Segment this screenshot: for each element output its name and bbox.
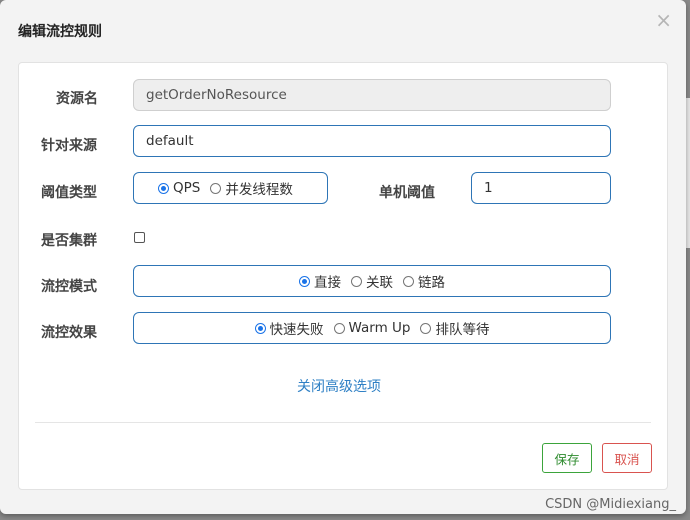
radio-relate-label: 关联	[366, 275, 393, 291]
limit-app-label: 针对来源	[41, 138, 97, 154]
control-effect-radio-group: 快速失败 Warm Up 排队等待	[133, 312, 611, 344]
single-threshold-label: 单机阈值	[379, 185, 435, 201]
radio-queue-wait-button[interactable]	[420, 322, 432, 334]
radio-direct-button[interactable]	[299, 275, 310, 287]
radio-chain[interactable]: 链路	[403, 271, 445, 291]
resource-name-label: 资源名	[56, 91, 98, 107]
form-panel: 资源名 getOrderNoResource 针对来源 default 阈值类型…	[18, 62, 668, 490]
radio-warm-up-button[interactable]	[333, 322, 345, 334]
limit-app-input[interactable]: default	[133, 125, 611, 157]
close-icon[interactable]: ×	[655, 10, 672, 30]
edit-flow-rule-dialog: 编辑流控规则 × 资源名 getOrderNoResource 针对来源 def…	[0, 0, 686, 514]
threshold-type-radio-group: QPS 并发线程数	[133, 172, 328, 204]
csdn-watermark: CSDN @Midiexiang_	[545, 497, 676, 512]
cluster-checkbox[interactable]	[134, 232, 145, 243]
toggle-advanced-options-link[interactable]: 关闭高级选项	[297, 376, 381, 396]
radio-relate-button[interactable]	[351, 275, 362, 287]
radio-thread-count-button[interactable]	[210, 182, 222, 194]
radio-warm-up-label: Warm Up	[348, 320, 411, 336]
radio-direct[interactable]: 直接	[299, 271, 341, 291]
save-button[interactable]: 保存	[542, 443, 592, 473]
resource-name-input: getOrderNoResource	[133, 79, 611, 111]
radio-fail-fast-button[interactable]	[254, 322, 266, 334]
control-mode-radio-group: 直接 关联 链路	[133, 265, 611, 297]
radio-qps-label: QPS	[173, 180, 201, 196]
radio-warm-up[interactable]: Warm Up	[333, 320, 411, 336]
radio-chain-button[interactable]	[403, 275, 414, 287]
control-effect-label: 流控效果	[41, 325, 97, 341]
single-threshold-input[interactable]: 1	[471, 172, 611, 204]
background-page-fragment	[686, 98, 690, 248]
radio-direct-label: 直接	[314, 275, 341, 291]
radio-qps-button[interactable]	[158, 182, 169, 194]
radio-fail-fast-label: 快速失败	[269, 322, 324, 338]
radio-chain-label: 链路	[418, 275, 445, 291]
footer-divider	[35, 422, 651, 423]
control-mode-label: 流控模式	[41, 279, 97, 295]
dialog-title: 编辑流控规则	[18, 24, 102, 40]
radio-relate[interactable]: 关联	[351, 271, 393, 291]
radio-fail-fast[interactable]: 快速失败	[254, 318, 324, 338]
radio-queue-wait[interactable]: 排队等待	[420, 318, 489, 338]
cancel-button[interactable]: 取消	[602, 443, 652, 473]
radio-qps[interactable]: QPS	[158, 180, 200, 196]
radio-thread-count-label: 并发线程数	[225, 182, 293, 198]
radio-thread-count[interactable]: 并发线程数	[210, 178, 293, 198]
radio-queue-wait-label: 排队等待	[435, 322, 490, 338]
cluster-label: 是否集群	[41, 233, 97, 249]
threshold-type-label: 阈值类型	[41, 185, 97, 201]
